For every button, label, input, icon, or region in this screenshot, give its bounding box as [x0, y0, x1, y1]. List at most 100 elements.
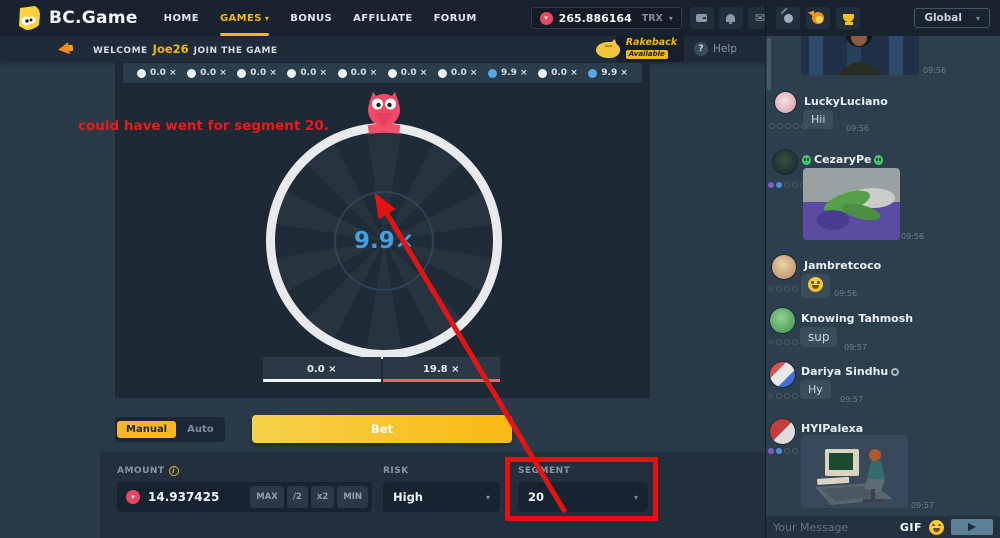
nav-bonus[interactable]: BONUS: [290, 13, 332, 24]
result-dot-icon: [287, 69, 296, 78]
nav-home[interactable]: HOME: [164, 13, 199, 24]
history-item: 0.0 ×: [388, 68, 428, 78]
welcome-prefix: WELCOME: [93, 46, 148, 56]
history-item: 0.0 ×: [438, 68, 478, 78]
chat-panel: 09:56 LuckyLuciano Hii 09:56 CezaryPe: [765, 36, 1000, 516]
result-dot-icon: [488, 69, 497, 78]
avatar[interactable]: [769, 307, 796, 334]
chevron-down-icon: ▾: [265, 14, 269, 23]
chat-message-bubble: Hy: [800, 380, 831, 399]
wallet-button[interactable]: [690, 7, 714, 29]
info-icon[interactable]: i: [169, 466, 179, 476]
avatar[interactable]: [771, 254, 797, 280]
brand-logo[interactable]: BC.Game: [16, 5, 138, 31]
payout-bar: 0.0 × 19.8 ×: [263, 357, 500, 382]
brand-name: BC.Game: [49, 8, 138, 28]
avatar[interactable]: [772, 149, 798, 175]
level-badges: [768, 182, 806, 188]
banner-right: Rakeback Available ? Help: [596, 36, 737, 62]
result-dot-icon: [388, 69, 397, 78]
rakeback-widget[interactable]: Rakeback Available: [596, 36, 684, 62]
chat-message-input[interactable]: [773, 521, 893, 534]
chat-username[interactable]: Dariya Sindhu: [801, 365, 899, 378]
history-item: 9.9 ×: [488, 68, 528, 78]
amount-double-button[interactable]: x2: [311, 486, 334, 508]
chat-scrollbar[interactable]: [767, 38, 771, 90]
leaderboard-button[interactable]: [836, 7, 860, 29]
level-badges: [768, 339, 798, 345]
chat-username[interactable]: CezaryPe: [802, 153, 883, 166]
chat-games-button[interactable]: [776, 7, 800, 29]
welcome-suffix: JOIN THE GAME: [194, 46, 278, 56]
risk-select[interactable]: High ▾: [383, 482, 500, 512]
message-time: 09:57: [911, 501, 934, 510]
result-dot-icon: [338, 69, 347, 78]
send-message-button[interactable]: [951, 519, 993, 535]
rakeback-chip: Rakeback Available: [616, 36, 684, 62]
chat-region-value: Global: [924, 12, 962, 24]
result-dot-icon: [187, 69, 196, 78]
risk-label: RISK: [383, 466, 409, 476]
gif-button[interactable]: GIF: [900, 521, 922, 534]
auto-mode-button[interactable]: Auto: [178, 421, 223, 438]
manual-mode-button[interactable]: Manual: [117, 421, 176, 438]
bet-mode-toggle: Manual Auto: [115, 417, 225, 442]
history-item: 0.0 ×: [237, 68, 277, 78]
nav-games[interactable]: GAMES ▾: [220, 13, 269, 24]
nav-links: HOME GAMES ▾ BONUS AFFILIATE FORUM: [164, 13, 477, 24]
avatar[interactable]: [769, 361, 796, 388]
amount-field: ▾ MAX /2 x2 MIN: [117, 482, 372, 512]
help-button[interactable]: ? Help: [694, 42, 737, 56]
send-arrow-icon: [968, 523, 976, 531]
amount-input[interactable]: [148, 490, 238, 504]
chat-topbar: Global ▾: [765, 0, 1000, 36]
question-mark-icon: ?: [694, 42, 708, 56]
history-item: 9.9 ×: [588, 68, 628, 78]
payout-high: 19.8 ×: [383, 357, 501, 382]
chat-username[interactable]: Jambretcoco: [804, 259, 881, 272]
message-time: 09:56: [923, 66, 946, 75]
level-badges: [768, 393, 798, 399]
segment-value: 20: [528, 490, 544, 504]
avatar[interactable]: [774, 91, 797, 114]
chat-username[interactable]: Knowing Tahmosh: [801, 312, 913, 325]
bc-game-page: BC.Game HOME GAMES ▾ BONUS AFFILIATE FOR…: [0, 0, 1000, 538]
history-item: 0.0 ×: [287, 68, 327, 78]
avatar[interactable]: [769, 418, 796, 445]
history-item: 0.0 ×: [538, 68, 578, 78]
chat-message-bubble: Hii: [803, 110, 833, 129]
history-item: 0.0 ×: [338, 68, 378, 78]
balance-currency: TRX: [642, 13, 663, 24]
wallet-icon: [696, 14, 707, 22]
segment-select[interactable]: 20 ▾: [518, 482, 648, 512]
chat-username[interactable]: HYIPalexa: [801, 422, 863, 435]
top-navbar: BC.Game HOME GAMES ▾ BONUS AFFILIATE FOR…: [0, 0, 765, 36]
balance-selector[interactable]: ▾ 265.886164 TRX ▾: [531, 7, 682, 29]
megaphone-icon: [57, 42, 70, 55]
welcome-message: WELCOME Joe26 JOIN THE GAME: [93, 42, 278, 56]
amount-max-button[interactable]: MAX: [250, 486, 284, 508]
history-item: 0.0 ×: [187, 68, 227, 78]
nav-forum[interactable]: FORUM: [434, 13, 477, 24]
result-dot-icon: [137, 69, 146, 78]
nav-affiliate[interactable]: AFFILIATE: [353, 13, 412, 24]
hot-wins-button[interactable]: [806, 7, 830, 29]
segment-label: SEGMENT: [518, 466, 570, 476]
navbar-icon-buttons: ✉: [690, 7, 772, 29]
emoji-picker-button[interactable]: [929, 520, 944, 535]
amount-quick-buttons: MAX /2 x2 MIN: [250, 486, 368, 508]
notifications-button[interactable]: [719, 7, 743, 29]
alien-emoji: [874, 155, 883, 165]
level-badges: [768, 448, 798, 454]
envelope-icon: ✉: [755, 12, 765, 24]
result-dot-icon: [588, 69, 597, 78]
amount-min-button[interactable]: MIN: [337, 486, 368, 508]
amount-half-button[interactable]: /2: [287, 486, 308, 508]
help-label: Help: [713, 43, 737, 55]
chat-username[interactable]: LuckyLuciano: [804, 95, 888, 108]
bet-button[interactable]: Bet: [252, 415, 512, 443]
chat-message-bubble: [801, 274, 830, 298]
chat-region-select[interactable]: Global ▾: [914, 8, 990, 28]
result-dot-icon: [438, 69, 447, 78]
message-time: 09:56: [834, 289, 857, 298]
